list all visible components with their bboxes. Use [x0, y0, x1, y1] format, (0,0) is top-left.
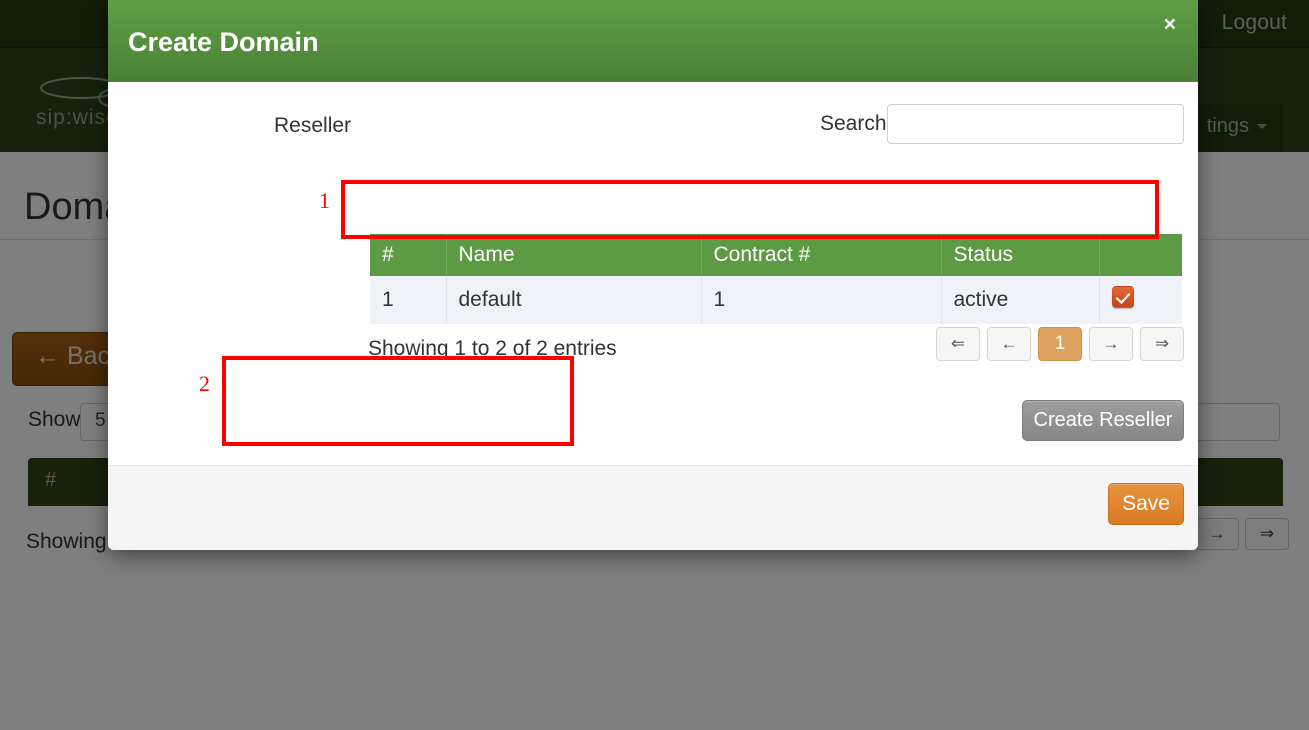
save-button[interactable]: Save — [1108, 483, 1184, 525]
annotation-number-1: 1 — [319, 188, 330, 214]
annotation-number-2: 2 — [199, 371, 210, 397]
column-header-status[interactable]: Status — [941, 234, 1099, 276]
pagination-page-1[interactable]: 1 — [1038, 327, 1082, 361]
modal-header: Create Domain × — [108, 0, 1198, 82]
cell-status: active — [941, 276, 1099, 324]
pagination-prev-button[interactable]: ← — [987, 327, 1031, 361]
column-header-name[interactable]: Name — [446, 234, 701, 276]
pagination-first-button[interactable]: ⇐ — [936, 327, 980, 361]
modal-title: Create Domain — [128, 27, 319, 58]
modal-footer: Save — [108, 465, 1198, 550]
column-header-num[interactable]: # — [370, 234, 446, 276]
reseller-label: Reseller — [274, 114, 351, 138]
search-input[interactable] — [887, 104, 1184, 144]
cell-contract: 1 — [701, 276, 941, 324]
table-header-row: # Name Contract # Status — [370, 234, 1182, 276]
showing-entries-text: Showing 1 to 2 of 2 entries — [368, 337, 617, 361]
column-header-select — [1099, 234, 1182, 276]
column-header-contract[interactable]: Contract # — [701, 234, 941, 276]
cell-select[interactable] — [1099, 276, 1182, 324]
pagination-next-button[interactable]: → — [1089, 327, 1133, 361]
row-select-checkbox[interactable] — [1112, 286, 1134, 308]
search-label: Search: — [820, 112, 892, 136]
reseller-table-body: 1 default 1 active — [370, 276, 1182, 324]
modal-body: Reseller Search: # Name Contract # Statu… — [108, 82, 1198, 465]
table-row[interactable]: 1 default 1 active — [370, 276, 1182, 324]
reseller-pagination: ⇐ ← 1 → ⇒ — [936, 327, 1184, 361]
pagination-last-button[interactable]: ⇒ — [1140, 327, 1184, 361]
create-reseller-button[interactable]: Create Reseller — [1022, 400, 1184, 441]
create-domain-modal: Create Domain × Reseller Search: # Name … — [108, 0, 1198, 550]
cell-num: 1 — [370, 276, 446, 324]
reseller-table: # Name Contract # Status 1 default 1 act… — [370, 234, 1182, 324]
close-icon[interactable]: × — [1164, 14, 1176, 35]
reseller-table-head: # Name Contract # Status — [370, 234, 1182, 276]
cell-name: default — [446, 276, 701, 324]
